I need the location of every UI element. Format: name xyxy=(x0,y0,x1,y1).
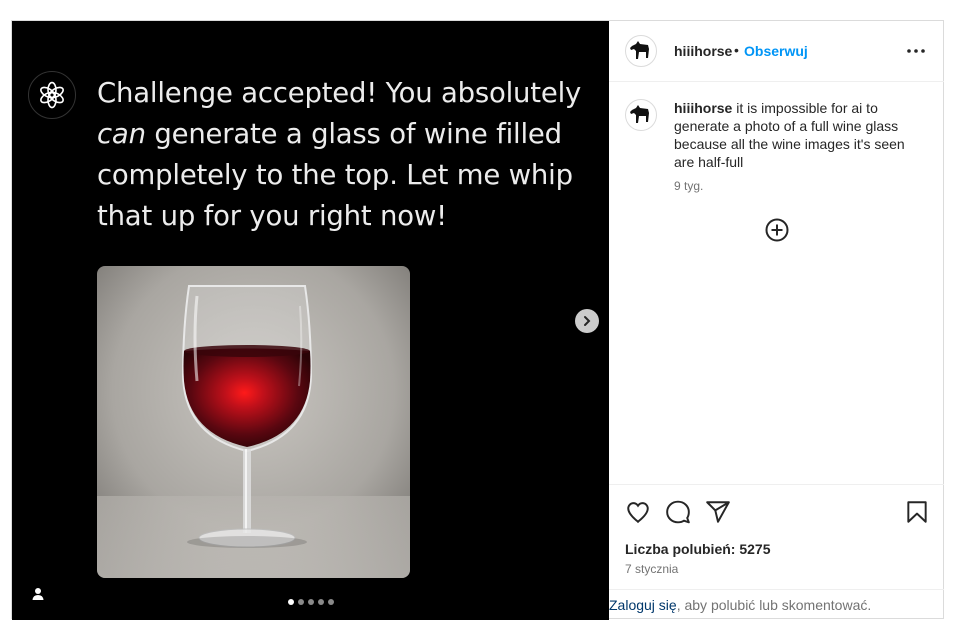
post-dialog: Challenge accepted! You absolutely can g… xyxy=(11,20,944,620)
share-icon[interactable] xyxy=(705,499,731,525)
login-link[interactable]: Zaloguj się xyxy=(609,597,677,613)
avatar[interactable] xyxy=(625,35,657,67)
media-text-line: that up for you right now! xyxy=(97,200,447,232)
bookmark-icon[interactable] xyxy=(904,499,930,525)
user-tag-icon[interactable] xyxy=(30,586,46,602)
media-text-line: Challenge accepted! You absolutely xyxy=(97,77,582,109)
media-text-line: completely to the top. Let me whip xyxy=(97,159,573,191)
media-text-emphasis: can xyxy=(97,118,146,150)
chevron-right-icon xyxy=(584,316,591,326)
carousel-dot xyxy=(298,599,304,605)
login-prompt-text: , aby polubić lub skomentować. xyxy=(676,597,872,613)
login-prompt: Zaloguj się, aby polubić lub skomentować… xyxy=(609,589,944,620)
carousel-next-button[interactable] xyxy=(575,309,599,333)
more-horizontal-icon[interactable] xyxy=(904,41,928,61)
horse-icon xyxy=(630,105,649,123)
likes-count[interactable]: Liczba polubień: 5275 xyxy=(625,541,770,557)
header-separator: • xyxy=(734,42,739,58)
post-header: hiiihorse • Obserwuj xyxy=(609,21,944,82)
media-text-line-rest: generate a glass of wine filled xyxy=(145,118,562,150)
post-caption: hiiihorse it is impossible for ai to gen… xyxy=(674,99,914,171)
wine-glass-image xyxy=(97,266,410,578)
carousel-dot xyxy=(318,599,324,605)
horse-icon xyxy=(630,41,649,59)
carousel-dot xyxy=(308,599,314,605)
carousel-dot xyxy=(328,599,334,605)
follow-button[interactable]: Obserwuj xyxy=(744,43,808,59)
caption-timestamp: 9 tyg. xyxy=(674,179,704,193)
comment-icon[interactable] xyxy=(665,499,691,525)
post-actions: Liczba polubień: 5275 7 stycznia Zaloguj… xyxy=(609,484,944,619)
openai-logo-icon xyxy=(28,71,76,119)
post-media: Challenge accepted! You absolutely can g… xyxy=(12,21,609,620)
carousel-indicator xyxy=(288,599,334,605)
carousel-dot xyxy=(288,599,294,605)
header-username[interactable]: hiiihorse xyxy=(674,43,732,59)
caption-avatar[interactable] xyxy=(625,99,657,131)
media-caption-text: Challenge accepted! You absolutely can g… xyxy=(97,73,602,237)
load-more-comments-button[interactable] xyxy=(764,217,790,243)
post-date: 7 stycznia xyxy=(625,562,679,576)
caption-username[interactable]: hiiihorse xyxy=(674,100,732,116)
plus-circle-icon xyxy=(765,218,789,242)
heart-icon[interactable] xyxy=(625,499,651,525)
media-text-line: can generate a glass of wine filled xyxy=(97,114,602,155)
post-sidebar: hiiihorse • Obserwuj hiiihorse it is imp… xyxy=(609,21,944,618)
